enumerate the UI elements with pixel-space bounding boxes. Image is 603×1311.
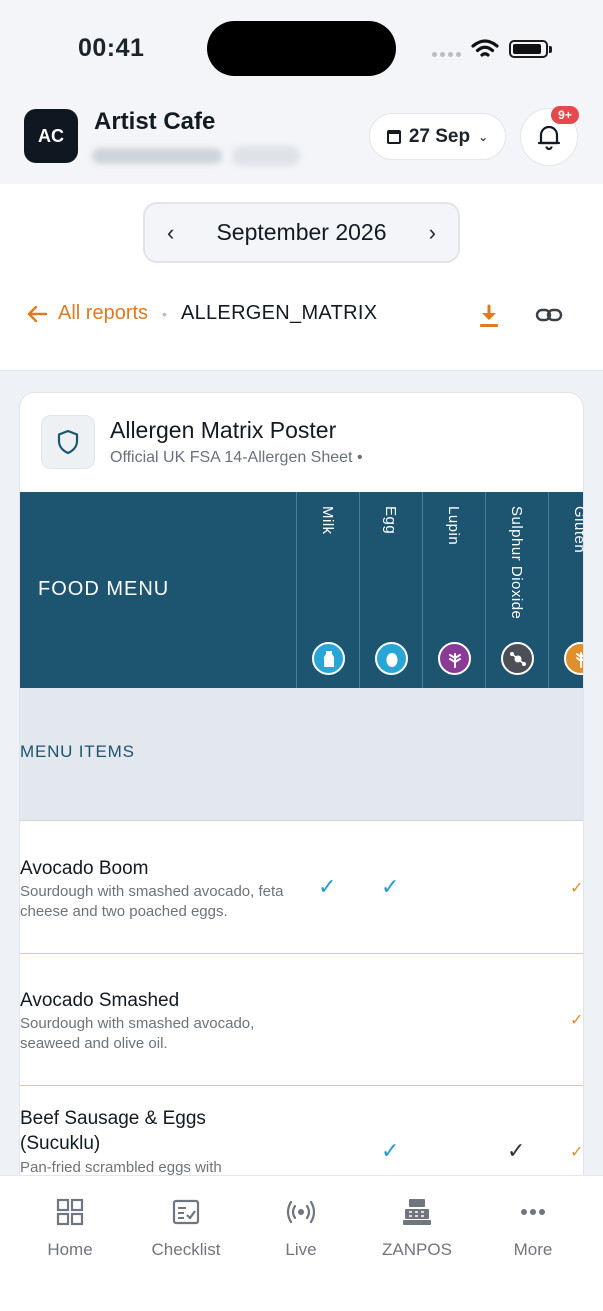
food-menu-header: FOOD MENU	[38, 578, 170, 600]
allergen-column-sulphur-dioxide: Sulphur Dioxide	[485, 492, 548, 688]
menu-items-section: MENU ITEMS	[20, 688, 583, 821]
allergen-name: Sulphur Dioxide	[508, 506, 525, 620]
wheat-icon	[564, 642, 583, 675]
battery-icon	[509, 40, 552, 58]
more-dots-icon	[483, 1196, 583, 1228]
report-toolbar: ‹ September 2026 › All reports • ALLERGE…	[0, 184, 603, 371]
app-header: AC Artist Cafe 27 Sep ⌄	[0, 96, 603, 184]
nav-more[interactable]: More	[483, 1196, 583, 1260]
allergen-column-milk: Milk	[296, 492, 359, 688]
shield-icon	[57, 429, 79, 455]
check-icon: ✓	[507, 1138, 526, 1163]
nav-live[interactable]: Live	[251, 1196, 351, 1260]
notification-badge: 9+	[551, 106, 579, 124]
table-row[interactable]: Avocado Smashed Sourdough with smashed a…	[20, 954, 584, 1086]
nav-label: Home	[47, 1240, 93, 1259]
check-icon: ✓	[570, 1144, 584, 1161]
card-header: Allergen Matrix Poster Official UK FSA 1…	[20, 393, 583, 493]
menu-item-name: Avocado Boom	[20, 858, 149, 879]
allergen-matrix-card: Allergen Matrix Poster Official UK FSA 1…	[19, 392, 584, 1192]
prev-month-button[interactable]: ‹	[167, 220, 174, 246]
date-selector-label: 27 Sep	[408, 125, 471, 147]
bell-icon	[537, 125, 561, 150]
download-icon[interactable]	[477, 304, 501, 330]
business-name[interactable]: Artist Cafe	[94, 108, 215, 136]
check-icon: ✓	[318, 874, 337, 899]
allergen-column-lupin: Lupin	[422, 492, 485, 688]
checklist-icon	[136, 1196, 236, 1228]
table-row[interactable]: Avocado Boom Sourdough with smashed avoc…	[20, 822, 584, 954]
check-icon: ✓	[381, 874, 400, 899]
allergen-name: Milk	[319, 506, 336, 535]
molecule-icon	[501, 642, 534, 675]
allergen-name: Egg	[382, 506, 399, 535]
nav-label: ZANPOS	[382, 1240, 452, 1259]
allergen-name: Lupin	[445, 506, 462, 546]
month-navigator: ‹ September 2026 ›	[143, 202, 460, 263]
month-label: September 2026	[216, 219, 387, 245]
business-avatar[interactable]: AC	[24, 109, 78, 163]
egg-icon	[375, 642, 408, 675]
redacted-address	[92, 148, 222, 164]
calendar-icon	[386, 129, 401, 144]
card-title: Allergen Matrix Poster	[110, 417, 337, 443]
redacted-code	[232, 146, 300, 166]
section-label: MENU ITEMS	[20, 742, 135, 761]
allergen-column-gluten: Gluten	[548, 492, 584, 688]
nav-label: Checklist	[151, 1240, 221, 1259]
next-month-button[interactable]: ›	[429, 220, 436, 246]
menu-item-name: Beef Sausage & Eggs (Sucuklu)	[20, 1108, 206, 1154]
allergen-name: Gluten	[571, 506, 584, 554]
cash-register-icon	[367, 1196, 467, 1228]
nav-home[interactable]: Home	[20, 1196, 120, 1260]
check-icon: ✓	[570, 880, 584, 897]
check-icon: ✓	[570, 1012, 584, 1029]
status-bar: 00:41	[0, 0, 603, 96]
matrix-header: FOOD MENU Milk Egg Lupin Sulphur Dioxide	[20, 492, 584, 688]
breadcrumb-separator: •	[162, 305, 167, 322]
cellular-signal-icon	[432, 52, 462, 58]
chevron-down-icon: ⌄	[478, 129, 489, 144]
wifi-icon	[471, 39, 499, 57]
menu-item-name: Avocado Smashed	[20, 990, 180, 1011]
date-selector-button[interactable]: 27 Sep ⌄	[369, 113, 506, 160]
lupin-flower-icon	[438, 642, 471, 675]
arrow-left-icon	[27, 305, 48, 322]
nav-checklist[interactable]: Checklist	[136, 1196, 236, 1260]
menu-item-description: Sourdough with smashed avocado, seaweed …	[20, 1015, 255, 1052]
milk-bottle-icon	[312, 642, 345, 675]
nav-label: Live	[285, 1240, 317, 1259]
menu-item-description: Sourdough with smashed avocado, feta che…	[20, 883, 284, 920]
current-report-label: ALLERGEN_MATRIX	[180, 302, 378, 324]
all-reports-link[interactable]: All reports	[26, 302, 148, 325]
card-subtitle: Official UK FSA 14-Allergen Sheet •	[110, 449, 363, 466]
broadcast-icon	[251, 1196, 351, 1228]
card-icon-box	[41, 415, 95, 469]
breadcrumb: All reports • ALLERGEN_MATRIX	[26, 302, 377, 325]
bottom-navigation: Home Checklist Live ZANPOS More	[0, 1175, 603, 1311]
status-time: 00:41	[78, 34, 145, 62]
allergen-column-egg: Egg	[359, 492, 422, 688]
check-icon: ✓	[381, 1138, 400, 1163]
nav-zanpos[interactable]: ZANPOS	[367, 1196, 467, 1260]
nav-label: More	[513, 1240, 553, 1259]
link-icon[interactable]	[535, 306, 563, 324]
dynamic-island	[207, 21, 396, 76]
grid-icon	[20, 1196, 120, 1228]
all-reports-label: All reports	[58, 302, 149, 324]
